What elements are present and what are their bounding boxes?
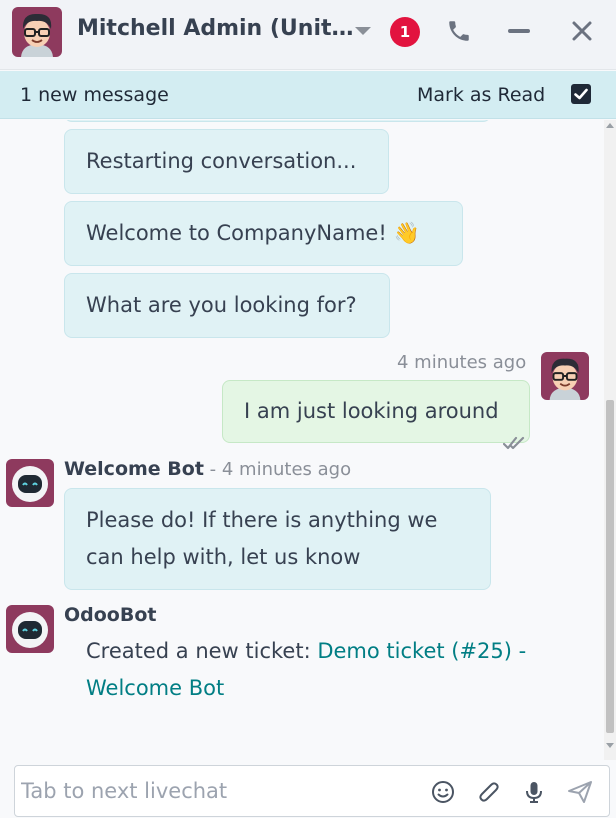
message-bubble: Restarting conversation... (64, 129, 389, 194)
message-input[interactable] (14, 765, 610, 817)
ticket-link[interactable]: Welcome Bot (86, 676, 224, 700)
message-author[interactable]: Welcome Bot - 4 minutes ago (64, 458, 351, 480)
message-bubble: Welcome to CompanyName! 👋 (64, 201, 463, 266)
scrollbar-thumb[interactable] (606, 400, 614, 733)
message-text-line: can help with, let us know (86, 545, 361, 569)
message-text-line: Please do! If there is anything we (86, 508, 438, 532)
author-name[interactable]: Welcome Bot (64, 458, 204, 480)
ticket-link[interactable]: Demo ticket (#25) - (317, 639, 526, 663)
paperclip-icon[interactable] (476, 780, 500, 804)
send-icon[interactable] (567, 780, 592, 804)
message-text: Restarting conversation... (86, 149, 357, 173)
close-icon[interactable] (570, 19, 594, 43)
user-avatar[interactable] (541, 352, 589, 400)
message-thread[interactable]: Restarting conversation... Welcome to Co… (0, 120, 604, 760)
unread-badge: 1 (390, 17, 420, 47)
message-bubble: Please do! If there is anything we can h… (64, 488, 491, 590)
chevron-down-icon[interactable] (355, 27, 371, 35)
minimize-icon[interactable] (508, 29, 530, 33)
bot-avatar[interactable] (6, 459, 54, 507)
scroll-down-icon[interactable] (606, 743, 614, 748)
new-message-count: 1 new message (20, 84, 169, 106)
message-text: Welcome to CompanyName! 👋 (86, 221, 420, 245)
message-bubble-own: I am just looking around (222, 380, 530, 450)
message-timestamp: 4 minutes ago (397, 352, 527, 373)
message-text: What are you looking for? (86, 293, 357, 317)
user-avatar[interactable] (12, 7, 62, 57)
chat-partner-name[interactable]: Mitchell Admin (Unit… (77, 16, 354, 41)
notification-message: Created a new ticket: Demo ticket (#25) … (86, 633, 576, 707)
mark-as-read-button[interactable]: Mark as Read (417, 84, 545, 106)
emoji-icon[interactable] (431, 780, 455, 804)
message-timestamp: - 4 minutes ago (203, 459, 352, 480)
microphone-icon[interactable] (522, 780, 546, 804)
scroll-up-icon[interactable] (606, 123, 614, 128)
new-message-bar: 1 new message Mark as Read (0, 71, 616, 119)
phone-icon[interactable] (446, 18, 472, 44)
checkbox-checked-icon[interactable] (571, 84, 591, 104)
message-bubble (64, 120, 491, 122)
chat-window-header: Mitchell Admin (Unit… 1 (0, 0, 616, 70)
bot-avatar[interactable] (6, 605, 54, 653)
message-text: Created a new ticket: (86, 639, 318, 663)
double-check-icon (502, 425, 525, 450)
message-text: I am just looking around (244, 399, 499, 423)
message-bubble: What are you looking for? (64, 273, 390, 338)
author-name[interactable]: OdooBot (64, 604, 156, 626)
